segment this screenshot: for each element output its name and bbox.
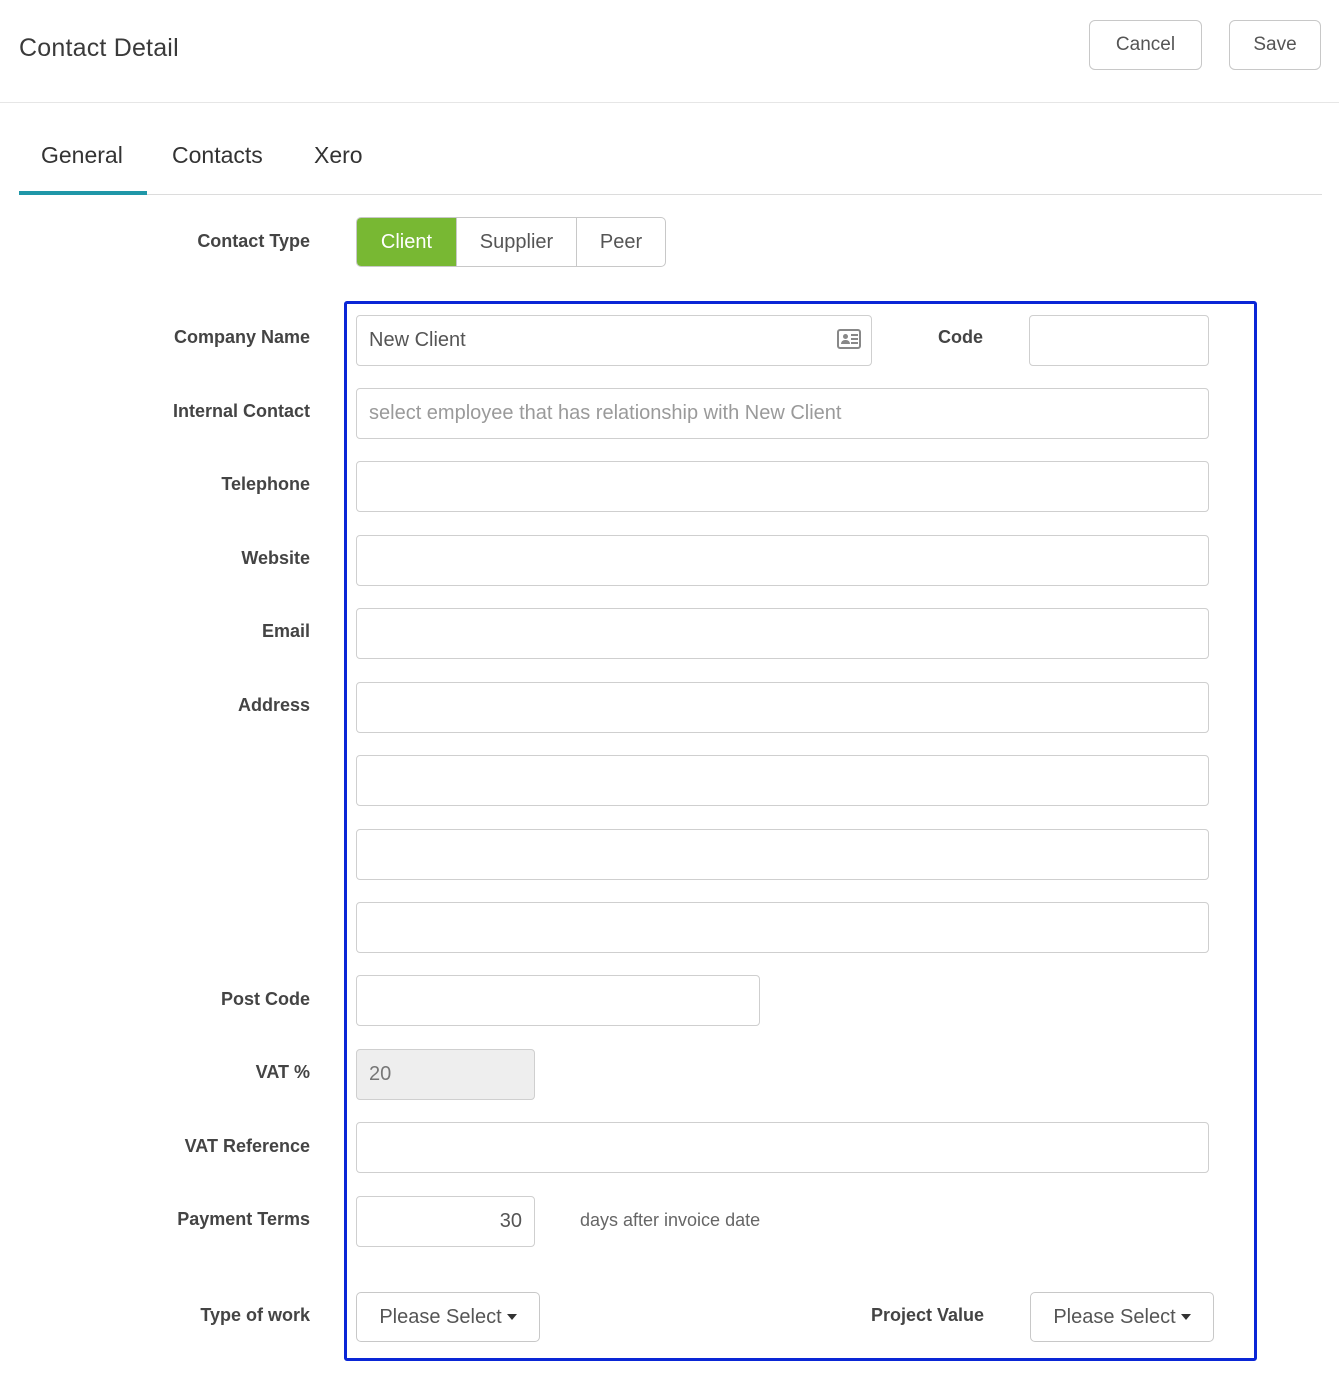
- vat-reference-label: VAT Reference: [184, 1136, 310, 1156]
- code-field[interactable]: [1029, 315, 1209, 366]
- save-button[interactable]: Save: [1229, 20, 1321, 70]
- address-line-3-field[interactable]: [356, 829, 1209, 880]
- tab-general[interactable]: General: [41, 142, 123, 169]
- telephone-field[interactable]: [356, 461, 1209, 512]
- payment-terms-field[interactable]: 30: [356, 1196, 535, 1247]
- page-title: Contact Detail: [19, 34, 179, 62]
- contact-type-client-button[interactable]: Client: [357, 218, 457, 266]
- post-code-label: Post Code: [220, 989, 310, 1009]
- vat-reference-field[interactable]: [356, 1122, 1209, 1173]
- page-header: Contact Detail Cancel Save: [0, 0, 1339, 103]
- address-line-4-field[interactable]: [356, 902, 1209, 953]
- contact-type-label: Contact Type: [197, 231, 310, 251]
- contact-type-supplier-button[interactable]: Supplier: [457, 218, 577, 266]
- active-tab-indicator: [19, 191, 147, 195]
- internal-contact-field[interactable]: select employee that has relationship wi…: [356, 388, 1209, 439]
- company-name-field[interactable]: New Client: [356, 315, 872, 366]
- email-label: Email: [261, 621, 310, 641]
- tab-bar: General Contacts Xero: [19, 128, 1322, 195]
- contact-card-icon[interactable]: [837, 329, 861, 349]
- company-name-label: Company Name: [173, 327, 310, 347]
- vat-percent-field: 20: [356, 1049, 535, 1100]
- company-name-value: New Client: [369, 329, 466, 351]
- contact-type-peer-button[interactable]: Peer: [577, 218, 665, 266]
- caret-down-icon: [506, 1313, 517, 1320]
- tab-xero[interactable]: Xero: [314, 142, 363, 169]
- type-of-work-value: Please Select: [379, 1306, 502, 1328]
- address-label: Address: [237, 695, 310, 715]
- payment-terms-suffix: days after invoice date: [580, 1210, 761, 1230]
- project-value-label: Project Value: [871, 1305, 985, 1325]
- telephone-label: Telephone: [221, 474, 310, 494]
- contact-type-selector: Client Supplier Peer: [356, 217, 666, 267]
- website-field[interactable]: [356, 535, 1209, 586]
- vat-percent-label: VAT %: [255, 1062, 310, 1082]
- project-value-dropdown[interactable]: Please Select: [1030, 1292, 1214, 1342]
- website-label: Website: [241, 548, 310, 568]
- post-code-field[interactable]: [356, 975, 760, 1026]
- type-of-work-dropdown[interactable]: Please Select: [356, 1292, 540, 1342]
- address-line-2-field[interactable]: [356, 755, 1209, 806]
- address-line-1-field[interactable]: [356, 682, 1209, 733]
- type-of-work-label: Type of work: [200, 1305, 310, 1325]
- email-field[interactable]: [356, 608, 1209, 659]
- project-value-value: Please Select: [1053, 1306, 1176, 1328]
- tab-contacts[interactable]: Contacts: [172, 142, 263, 169]
- internal-contact-label: Internal Contact: [172, 401, 310, 421]
- payment-terms-label: Payment Terms: [177, 1209, 310, 1229]
- caret-down-icon: [1180, 1313, 1191, 1320]
- cancel-button[interactable]: Cancel: [1089, 20, 1202, 70]
- code-label: Code: [938, 327, 983, 347]
